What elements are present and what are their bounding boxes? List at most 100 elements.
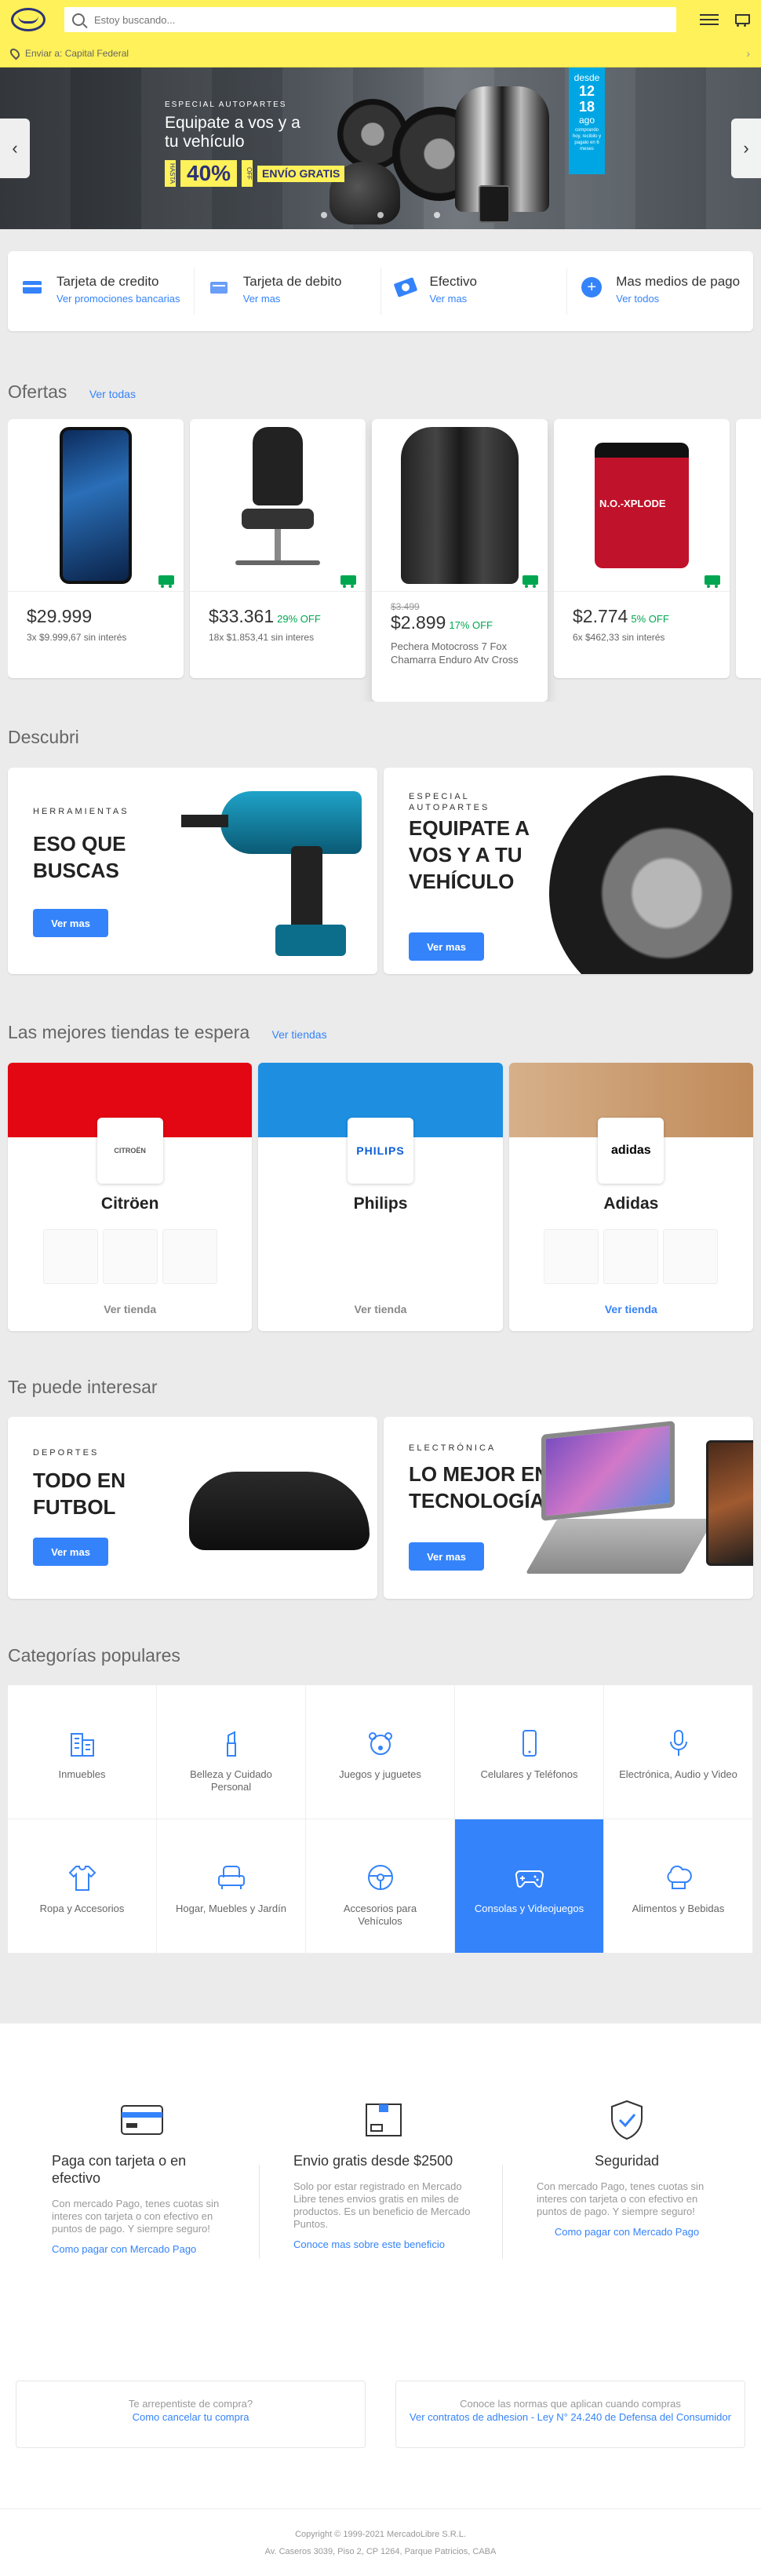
discover-heading: Descubri [8,727,79,748]
category-item[interactable]: Inmuebles [8,1685,157,1819]
offer-price: $33.361 [209,606,275,626]
promo-button[interactable]: Ver mas [409,1542,484,1571]
location-bar[interactable]: Enviar a: Capital Federal › [0,39,761,68]
adidas-logo: adidas [598,1118,665,1184]
category-item[interactable]: Ropa y Accesorios [8,1819,157,1954]
hamburger-menu-icon[interactable] [700,12,719,27]
payment-link[interactable]: Ver todos [616,293,740,305]
payment-more[interactable]: + Mas medios de pago Ver todos [567,268,753,315]
promo-tools[interactable]: HERRAMIENTAS ESO QUE BUSCAS Ver mas [8,768,377,974]
discover-title: Descubri [8,727,79,747]
help-consumer-box: Conoce las normas que aplican cuando com… [395,2381,745,2448]
hero-discount-badge: HASTA 40% OFF ENVÍO GRATIS [165,160,345,187]
lipstick-icon [216,1728,247,1759]
store-thumbs [509,1229,753,1284]
category-name: Consolas y Videojuegos [474,1903,584,1914]
store-card[interactable]: CITROËN Citröen Ver tienda [8,1063,253,1331]
search-bar[interactable] [64,7,676,32]
payment-link[interactable]: Ver mas [430,293,477,305]
store-link[interactable]: Ver tienda [509,1303,753,1315]
store-link[interactable]: Ver tienda [8,1303,252,1315]
address-text: Av. Caseros 3039, Piso 2, CP 1264, Parqu… [264,2547,497,2556]
payment-title: Mas medios de pago [616,274,741,289]
location-pin-icon [8,46,22,60]
carousel-dot[interactable] [321,212,327,218]
benefit-text: Solo por estar registrado en Mercado Lib… [293,2180,471,2230]
category-item[interactable]: Electrónica, Audio y Video [604,1685,753,1819]
store-card[interactable]: adidas Adidas Ver tienda [508,1063,753,1331]
help-link[interactable]: Como cancelar tu compra [16,2410,365,2424]
promo-autoparts[interactable]: ESPECIAL AUTOPARTES EQUIPATE A VOS Y A T… [384,768,753,974]
benefit-title: Seguridad [594,2153,660,2169]
offer-card-partial[interactable] [736,419,761,678]
chevron-right-icon: › [746,47,750,60]
offer-card[interactable]: $3.499 $2.899 17% OFF Pechera Motocross 7… [372,419,548,702]
category-item[interactable]: Alimentos y Bebidas [604,1819,753,1954]
offer-card[interactable]: $29.999 3x $9.999,67 sin interés [8,419,184,678]
payment-credit[interactable]: Tarjeta de credito Ver promociones banca… [8,268,195,315]
store-card[interactable]: PHILIPS Philips Ver tienda [258,1063,503,1331]
shirt-icon [67,1862,98,1893]
store-thumbs [8,1229,252,1284]
category-item[interactable]: Hogar, Muebles y Jardín [157,1819,306,1954]
cash-icon [393,277,417,297]
product-thumb[interactable] [102,1229,158,1284]
offer-discount: 5% OFF [631,613,669,625]
product-thumb[interactable] [544,1229,599,1284]
payment-link[interactable]: Ver mas [243,293,342,305]
category-item[interactable]: Celulares y Teléfonos [455,1685,604,1819]
payment-link[interactable]: Ver promociones bancarias [56,293,180,305]
search-icon[interactable] [72,13,85,26]
search-input[interactable] [94,13,668,26]
payment-cash[interactable]: Efectivo Ver mas [381,268,568,315]
category-item[interactable]: Accesorios para Vehículos [306,1819,455,1954]
offer-installments: 18x $1.853,41 sin interes [209,632,315,643]
product-thumb[interactable] [663,1229,719,1284]
discount-suffix: OFF [242,160,253,187]
hero-carousel[interactable]: ESPECIAL AUTOPARTES Equipate a vos y a t… [0,68,761,229]
interest-section: DEPORTES TODO EN FUTBOL Ver mas ELECTRÓN… [8,1417,753,1599]
carousel-next-button[interactable]: › [731,119,761,178]
promo-sports[interactable]: DEPORTES TODO EN FUTBOL Ver mas [8,1417,377,1599]
supplement-tub-image [595,442,689,568]
benefit-link[interactable]: Como pagar con Mercado Pago [52,2243,232,2255]
store-link[interactable]: Ver tienda [258,1303,502,1315]
categories-grid: Inmuebles Belleza y Cuidado Personal Jue… [8,1685,753,1954]
promo-tech[interactable]: ELECTRÓNICA LO MEJOR EN TECNOLOGÍA Ver m… [384,1417,753,1599]
offer-card[interactable]: $33.361 29% OFF 18x $1.853,41 sin interes [190,419,366,678]
discover-section: HERRAMIENTAS ESO QUE BUSCAS Ver mas ESPE… [8,768,753,974]
shipping-truck-icon [705,575,720,588]
building-icon [67,1728,98,1759]
product-thumb[interactable] [42,1229,98,1284]
discount-prefix: HASTA [165,160,176,187]
product-thumb[interactable] [162,1229,217,1284]
benefit-text: Con mercado Pago, tenes cuotas sin inter… [52,2198,220,2235]
payment-debit[interactable]: Tarjeta de debito Ver mas [195,268,381,315]
category-item[interactable]: Consolas y Videojuegos [455,1819,604,1954]
interest-title: Te puede interesar [8,1377,158,1397]
help-link[interactable]: Ver contratos de adhesion - Ley N° 24.24… [409,2410,732,2424]
offers-view-all-link[interactable]: Ver todas [89,388,136,400]
gamepad-icon [514,1862,545,1893]
app: Enviar a: Capital Federal › ESPECIAL AUT… [0,0,761,2576]
carousel-dot[interactable] [434,212,440,218]
promo-button[interactable]: Ver mas [409,932,484,961]
offer-card[interactable]: $2.7745% OFF 6x $462,33 sin interés [554,419,730,678]
category-name: Belleza y Cuidado Personal [190,1768,272,1793]
mercadolibre-logo[interactable] [11,8,46,31]
plus-icon: + [581,277,603,297]
category-name: Inmuebles [58,1768,106,1780]
benefit-link[interactable]: Como pagar con Mercado Pago [537,2226,717,2238]
chef-hat-icon [663,1862,694,1893]
category-name: Ropa y Accesorios [39,1903,125,1914]
stores-link[interactable]: Ver tiendas [272,1028,327,1041]
cart-icon[interactable] [733,12,750,27]
product-thumb[interactable] [603,1229,659,1284]
category-item[interactable]: Juegos y juguetes [306,1685,455,1819]
benefit-link[interactable]: Conoce mas sobre este beneficio [293,2238,474,2250]
category-item[interactable]: Belleza y Cuidado Personal [157,1685,306,1819]
carousel-prev-button[interactable]: ‹ [0,119,30,178]
promo-button[interactable]: Ver mas [33,909,108,937]
carousel-dot[interactable] [377,212,384,218]
promo-button[interactable]: Ver mas [33,1538,108,1566]
